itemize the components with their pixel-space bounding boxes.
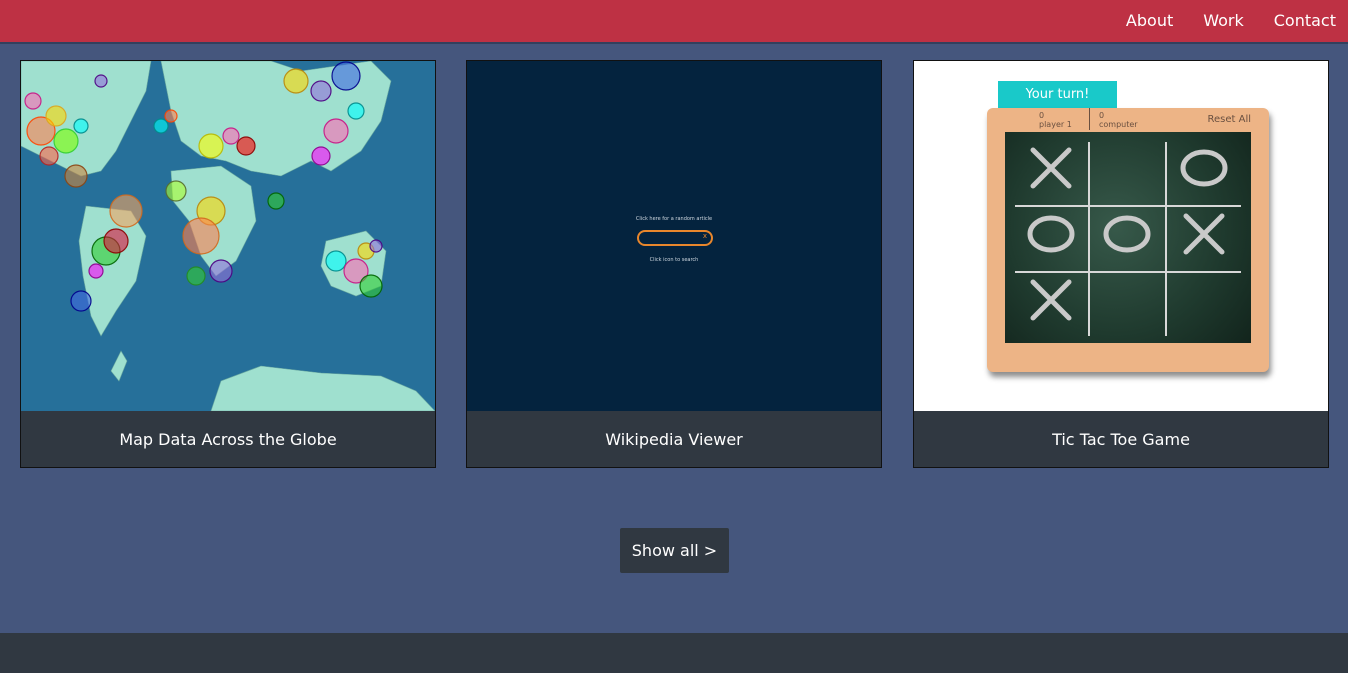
player-label: player 1 xyxy=(1039,120,1072,129)
computer-score: 0 xyxy=(1099,111,1105,120)
score-header: 0 player 1 0 computer Reset All xyxy=(987,108,1269,131)
o-mark xyxy=(1103,215,1151,253)
x-mark xyxy=(1183,213,1225,255)
board-frame: 0 player 1 0 computer Reset All xyxy=(987,108,1269,372)
tictactoe-screenshot: Your turn! 0 player 1 0 computer Reset A… xyxy=(914,61,1328,411)
project-title: Map Data Across the Globe xyxy=(119,429,337,449)
top-nav: About Work Contact xyxy=(0,0,1348,42)
game-board xyxy=(1005,132,1251,343)
footer xyxy=(0,633,1348,673)
reset-label: Reset All xyxy=(1207,114,1251,125)
wikipedia-screenshot: Click here for a random article x Click … xyxy=(467,61,881,411)
o-mark xyxy=(1027,215,1075,253)
project-title: Tic Tac Toe Game xyxy=(1052,429,1190,449)
turn-badge: Your turn! xyxy=(998,81,1117,108)
x-mark xyxy=(1030,279,1072,321)
project-card-map[interactable]: Map Data Across the Globe xyxy=(20,60,436,468)
project-thumbnail-wikipedia: Click here for a random article x Click … xyxy=(467,61,881,411)
search-hint-text: Click icon to search xyxy=(649,257,699,263)
x-mark xyxy=(1030,147,1072,189)
nav-link-about[interactable]: About xyxy=(1126,0,1173,42)
nav-link-work[interactable]: Work xyxy=(1203,0,1244,42)
project-card-wikipedia[interactable]: Click here for a random article x Click … xyxy=(466,60,882,468)
board-grid xyxy=(1015,142,1241,336)
o-mark xyxy=(1180,149,1228,187)
random-article-text: Click here for a random article xyxy=(635,216,713,222)
project-title: Wikipedia Viewer xyxy=(605,429,743,449)
world-map-image xyxy=(21,61,435,411)
search-input-image: x xyxy=(637,230,713,246)
computer-label: computer xyxy=(1099,120,1138,129)
clear-icon: x xyxy=(702,232,707,240)
show-all-button[interactable]: Show all > xyxy=(620,528,729,573)
project-thumbnail-tictactoe: Your turn! 0 player 1 0 computer Reset A… xyxy=(914,61,1328,411)
project-card-tictactoe[interactable]: Your turn! 0 player 1 0 computer Reset A… xyxy=(913,60,1329,468)
nav-link-contact[interactable]: Contact xyxy=(1274,0,1336,42)
player-score: 0 xyxy=(1039,111,1045,120)
project-thumbnail-map xyxy=(21,61,435,411)
